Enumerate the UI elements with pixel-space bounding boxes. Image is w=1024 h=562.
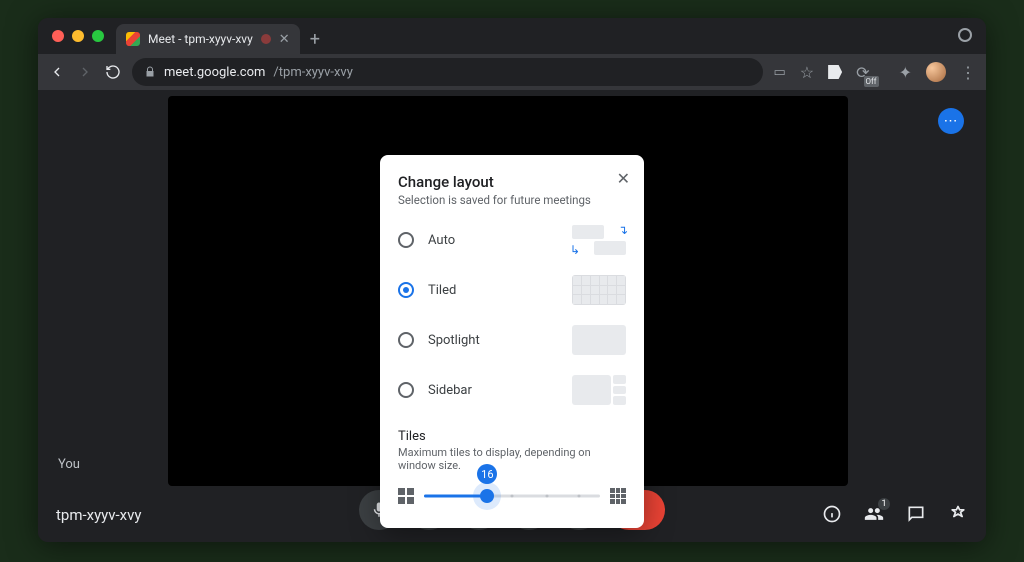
- sync-off-icon[interactable]: ⟳Off: [856, 63, 884, 82]
- meeting-code: tpm-xyyv-xvy: [56, 506, 141, 524]
- close-dialog-button[interactable]: ✕: [617, 169, 630, 188]
- url-path: /tpm-xyyv-xvy: [273, 65, 352, 80]
- tiled-thumb-icon: [572, 275, 626, 305]
- layout-option-tiled[interactable]: Tiled: [398, 275, 626, 305]
- layout-option-spotlight[interactable]: Spotlight: [398, 325, 626, 355]
- pip-icon[interactable]: ▭: [773, 65, 785, 80]
- right-panel-icons: 1: [822, 504, 968, 524]
- meeting-details-button[interactable]: [822, 504, 842, 524]
- recording-indicator-icon: [261, 34, 271, 44]
- option-label: Tiled: [428, 283, 456, 298]
- extensions-icon[interactable]: ✦: [899, 63, 912, 82]
- option-label: Sidebar: [428, 383, 472, 398]
- radio-selected-icon: [398, 282, 414, 298]
- reload-button[interactable]: [104, 64, 122, 80]
- slider-value-bubble: 16: [477, 464, 497, 484]
- spotlight-thumb-icon: [572, 325, 626, 355]
- close-tab-button[interactable]: ✕: [279, 32, 290, 47]
- tiles-slider[interactable]: 16: [424, 486, 600, 506]
- chrome-menu-button[interactable]: ⋮: [960, 63, 976, 82]
- browser-window: Meet - tpm-xyyv-xvy ✕ + meet.google.com/…: [38, 18, 986, 542]
- change-layout-dialog: ✕ Change layout Selection is saved for f…: [380, 155, 644, 528]
- window-close-button[interactable]: [52, 30, 64, 42]
- activities-button[interactable]: [948, 504, 968, 524]
- tab-strip: Meet - tpm-xyyv-xvy ✕ +: [38, 18, 986, 54]
- dialog-title: Change layout: [398, 173, 626, 191]
- new-tab-button[interactable]: +: [310, 29, 320, 50]
- tag-icon[interactable]: [828, 65, 842, 79]
- layout-options: Auto ↴↳ Tiled Spotlight: [398, 225, 626, 405]
- window-minimize-button[interactable]: [72, 30, 84, 42]
- radio-icon: [398, 382, 414, 398]
- participant-count-badge: 1: [878, 498, 890, 510]
- overflow-participants-button[interactable]: ⋯: [938, 108, 964, 134]
- tiles-description: Maximum tiles to display, depending on w…: [398, 446, 626, 472]
- sidebar-thumb-icon: [572, 375, 626, 405]
- meet-app: ⋯ You tpm-xyyv-xvy CC ⋮: [38, 90, 986, 542]
- traffic-lights: [52, 30, 104, 42]
- back-button[interactable]: [48, 64, 66, 80]
- profile-avatar[interactable]: [926, 62, 946, 82]
- radio-icon: [398, 232, 414, 248]
- auto-thumb-icon: ↴↳: [572, 225, 626, 255]
- radio-icon: [398, 332, 414, 348]
- forward-button[interactable]: [76, 64, 94, 80]
- option-label: Auto: [428, 233, 455, 248]
- address-bar[interactable]: meet.google.com/tpm-xyyv-xvy: [132, 58, 763, 86]
- min-tiles-icon: [398, 488, 414, 504]
- layout-option-auto[interactable]: Auto ↴↳: [398, 225, 626, 255]
- layout-option-sidebar[interactable]: Sidebar: [398, 375, 626, 405]
- toolbar-actions: ▭ ☆ ⟳Off ✦ ⋮: [773, 62, 976, 82]
- tiles-heading: Tiles: [398, 429, 626, 444]
- meet-favicon-icon: [126, 32, 140, 46]
- window-zoom-button[interactable]: [92, 30, 104, 42]
- url-host: meet.google.com: [164, 65, 265, 80]
- window-mode-icon: [958, 28, 972, 42]
- max-tiles-icon: [610, 488, 626, 504]
- self-view-label: You: [58, 457, 80, 472]
- browser-toolbar: meet.google.com/tpm-xyyv-xvy ▭ ☆ ⟳Off ✦ …: [38, 54, 986, 90]
- option-label: Spotlight: [428, 333, 480, 348]
- tiles-section: Tiles Maximum tiles to display, dependin…: [398, 429, 626, 506]
- lock-icon: [144, 66, 156, 78]
- bookmark-star-icon[interactable]: ☆: [800, 63, 814, 82]
- tab-title: Meet - tpm-xyyv-xvy: [148, 32, 253, 46]
- slider-handle[interactable]: [480, 489, 494, 503]
- chat-button[interactable]: [906, 504, 926, 524]
- dialog-subtitle: Selection is saved for future meetings: [398, 193, 626, 207]
- browser-tab[interactable]: Meet - tpm-xyyv-xvy ✕: [116, 24, 300, 54]
- people-button[interactable]: 1: [864, 504, 884, 524]
